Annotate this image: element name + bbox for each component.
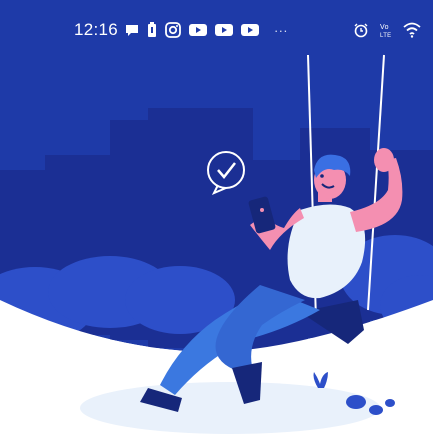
status-right: Vo LTE (353, 21, 421, 39)
alarm-icon (354, 23, 368, 38)
splash-screen: 12:16 ··· Vo LTE (0, 0, 433, 446)
svg-text:LTE: LTE (380, 33, 391, 39)
wifi-icon (403, 22, 421, 38)
more-notifications-icon: ··· (274, 22, 288, 38)
youtube-icon (189, 24, 208, 36)
chat-bubble-icon (126, 25, 139, 36)
volte-icon: Vo LTE (380, 24, 391, 39)
youtube-icon (241, 24, 260, 36)
youtube-icon (215, 24, 234, 36)
swing-illustration (0, 0, 433, 446)
svg-text:Vo: Vo (380, 24, 389, 31)
battery-icon (148, 22, 157, 37)
instagram-icon (165, 22, 181, 38)
ground-shadow (80, 382, 380, 434)
status-time: 12:16 (74, 20, 119, 39)
status-bar: 12:16 ··· Vo LTE (0, 0, 433, 60)
status-left: 12:16 ··· (74, 20, 288, 40)
